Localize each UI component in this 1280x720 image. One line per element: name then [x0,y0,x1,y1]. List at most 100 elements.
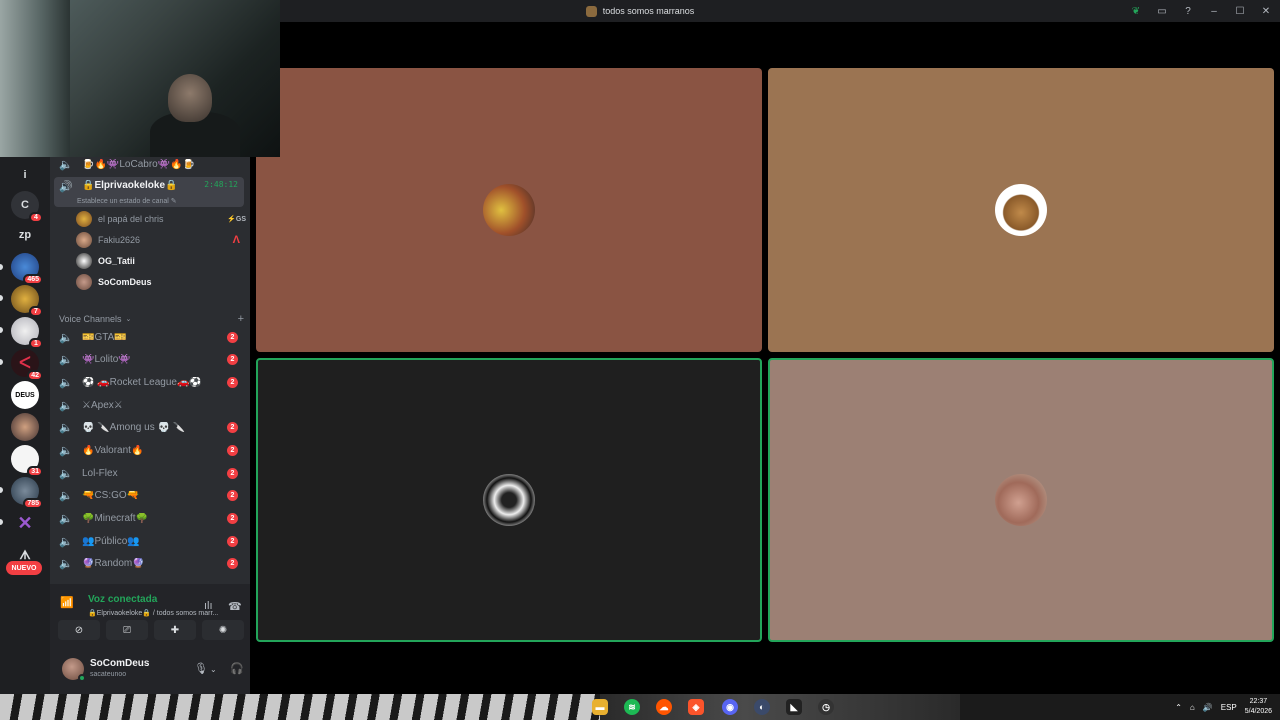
spotify-icon[interactable]: ≋ [624,699,640,715]
headphones-icon[interactable]: 🎧 [230,662,244,675]
speaker-icon: 🔈 [59,158,73,171]
title-bar-controls: ❦ ▭ ? – ☐ ✕ [1130,0,1272,22]
minimize-button[interactable]: – [1208,6,1220,17]
clock[interactable]: 22:37 5/4/2026 [1245,697,1272,717]
server-gold[interactable]: 7 [11,285,43,317]
inbox-icon[interactable]: ▭ [1156,6,1168,17]
language-indicator[interactable]: ESP [1221,703,1237,712]
online-status-dot [78,674,86,682]
voice-connected-label[interactable]: Voz conectada [88,594,157,605]
voice-channel[interactable]: 🔈 🔮Random🔮 2 [54,553,244,573]
new-badge: NUEVO [6,561,42,575]
voice-channel-locabro[interactable]: 🔈 🍺🔥👾LoCabro👾🔥🍺 [54,157,244,174]
server-v[interactable]: ᐸ 42 [11,349,43,381]
user-name[interactable]: SoComDeus [90,658,149,669]
participant-tile-4[interactable] [768,358,1274,642]
wallpaper-strip [0,694,600,720]
unread-pip [0,295,3,301]
speaker-icon: 🔈 [59,353,73,366]
leaf-icon[interactable]: ❦ [1130,6,1142,17]
user-count-badge: 2 [227,421,238,433]
wallpaper-art [600,694,960,720]
voice-connection-status: 📶 Voz conectada 🔒Elprivaokeloke🔒 / todos… [58,590,244,617]
voice-channel[interactable]: 🔈 💀 🔪Among us 💀 🔪 2 [54,417,244,437]
speaker-icon: 🔈 [59,399,73,412]
video-stage [250,22,1280,694]
participant-tile-2[interactable] [768,68,1274,352]
category-voice-channels[interactable]: Voice Channels ⌄ + [59,312,244,326]
participant-tile-3[interactable] [256,358,762,642]
server-white[interactable]: 1 [11,317,43,349]
user-count-badge: 2 [227,557,238,569]
voice-panel: 📶 Voz conectada 🔒Elprivaokeloke🔒 / todos… [50,584,276,694]
activities-button[interactable]: ✚ [154,620,196,640]
network-icon[interactable]: ⌂ [1190,703,1195,712]
unread-pip [0,359,3,365]
app-icon[interactable]: ◐ [754,699,770,715]
window-title: todos somos marranos [602,6,695,16]
server-photo[interactable]: 785 [11,477,43,509]
speaker-icon: 🔈 [59,467,73,480]
participant-avatar [483,474,535,526]
user-count-badge: 2 [227,444,238,456]
help-icon[interactable]: ? [1182,6,1194,17]
server-face[interactable] [11,413,39,441]
voice-channel[interactable]: 🔈 🔫CS:GO🔫 2 [54,485,244,505]
voice-channel[interactable]: 🔈 🎫GTA🎫 2 [54,327,244,347]
volume-icon[interactable]: 🔊 [1203,703,1213,712]
server-logo[interactable]: 31 [11,445,43,477]
brave-icon[interactable]: ◈ [688,699,704,715]
discord-icon[interactable]: ◉ [722,699,738,715]
voice-channel[interactable]: 🔈 ⚽ 🚗Rocket League🚗⚽ 2 [54,372,244,392]
clock-app-icon[interactable]: ◷ [818,699,834,715]
signal-icon[interactable]: 📶 [60,596,74,609]
close-button[interactable]: ✕ [1260,6,1272,17]
server-badge: 31 [27,466,43,477]
add-channel-icon[interactable]: + [238,313,244,325]
channel-status-prompt[interactable]: Establece un estado de canal ✎ [77,197,177,205]
server-rail: i C4 zp 465 7 1 ᐸ 42 DEUS 31 785 ✕ ᗑ NUEV… [0,157,50,694]
voice-location[interactable]: 🔒Elprivaokeloke🔒 / todos somos marr... [88,609,218,617]
voice-member[interactable]: Fakiu2626 Λ [76,230,246,250]
server-c[interactable]: C4 [11,191,43,223]
user-count-badge: 2 [227,376,238,388]
speaker-icon: 🔈 [59,512,73,525]
camera-off-button[interactable]: ⊘ [58,620,100,640]
noise-suppression-icon[interactable]: ılı [204,600,213,612]
participant-tile-1[interactable] [256,68,762,352]
avatar [76,253,92,269]
system-tray: ⌃ ⌂ 🔊 ESP 22:37 5/4/2026 [1175,694,1272,720]
voice-channel[interactable]: 🔈 Lol-Flex 2 [54,463,244,483]
server-deus[interactable]: DEUS [11,381,39,409]
obs-icon[interactable]: ◣ [786,699,802,715]
participant-avatar [995,474,1047,526]
chevron-down-icon[interactable]: ⌄ [210,665,217,674]
chevron-up-icon[interactable]: ⌃ [1175,703,1182,712]
microphone-icon[interactable]: 🎙 [194,662,208,675]
voice-member[interactable]: SoComDeus [76,272,246,292]
server-valorant[interactable]: ✕ [11,509,39,537]
participant-avatar [995,184,1047,236]
file-explorer-icon[interactable]: ▬ [592,699,608,715]
voice-channel[interactable]: 🔈 👾Lolito👾 2 [54,349,244,369]
voice-channel[interactable]: 🔈 ⚔Apex⚔ [54,395,244,415]
server-zp[interactable]: zp [11,221,39,249]
soundcloud-icon[interactable]: ☁ [656,699,672,715]
avatar [76,232,92,248]
maximize-button[interactable]: ☐ [1234,6,1246,17]
server-i[interactable]: i [11,161,39,189]
disconnect-icon[interactable]: ☎ [228,600,242,613]
soundboard-button[interactable]: ✺ [202,620,244,640]
avatar [76,211,92,227]
speaker-icon: 🔈 [59,557,73,570]
server-blue[interactable]: 465 [11,253,43,285]
voice-member[interactable]: OG_Tatii [76,251,246,271]
user-count-badge: 2 [227,353,238,365]
voice-channel[interactable]: 🔈 🌳Minecraft🌳 2 [54,508,244,528]
webcam-overlay [0,0,280,157]
voice-channel[interactable]: 🔈 👥Público👥 2 [54,531,244,551]
voice-channel[interactable]: 🔈 🔥Valorant🔥 2 [54,440,244,460]
server-badge: 1 [29,338,43,349]
screen-share-button[interactable]: ⎚ [106,620,148,640]
voice-member[interactable]: el papá del chris ⚡GS [76,209,246,229]
